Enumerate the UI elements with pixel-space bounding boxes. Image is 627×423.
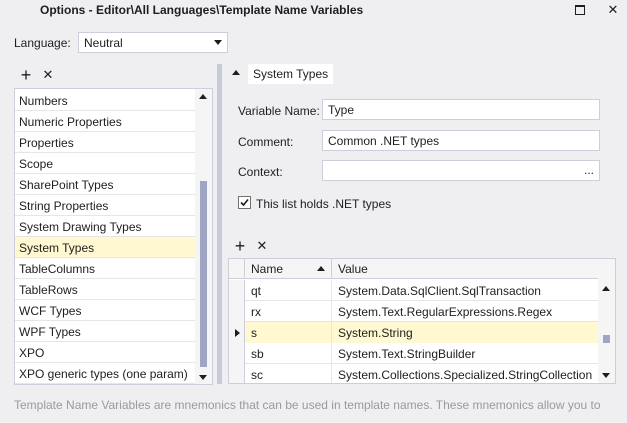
remove-row-button[interactable]: ✕ bbox=[254, 238, 270, 254]
list-item[interactable]: SharePoint Types bbox=[15, 174, 196, 195]
value-cell[interactable]: System.Collections.Specialized.StringCol… bbox=[332, 364, 599, 383]
list-item[interactable]: TableColumns bbox=[15, 258, 196, 279]
column-header-name[interactable]: Name bbox=[245, 259, 332, 279]
restore-button[interactable] bbox=[571, 1, 589, 19]
net-types-label: This list holds .NET types bbox=[256, 197, 392, 211]
value-cell[interactable]: System.Data.SqlClient.SqlTransaction bbox=[332, 280, 599, 301]
table-row[interactable]: rx System.Text.RegularExpressions.Regex bbox=[229, 301, 599, 322]
row-header[interactable] bbox=[229, 301, 245, 322]
row-header[interactable] bbox=[229, 322, 245, 343]
comment-label: Comment: bbox=[238, 135, 294, 149]
name-cell[interactable]: sb bbox=[245, 343, 332, 364]
list-item[interactable]: Properties bbox=[15, 132, 196, 153]
section-title: System Types bbox=[248, 64, 334, 84]
scroll-thumb[interactable] bbox=[200, 181, 207, 367]
scroll-up-icon[interactable] bbox=[199, 94, 207, 99]
row-header-corner bbox=[229, 259, 245, 279]
plus-icon: + bbox=[20, 65, 32, 85]
variables-grid[interactable]: Name Value qt System.Data.SqlClient.SqlTr… bbox=[228, 258, 616, 384]
sort-ascending-icon bbox=[317, 266, 325, 271]
list-scrollbar[interactable] bbox=[195, 89, 212, 384]
table-row[interactable]: s System.String bbox=[229, 322, 599, 343]
chevron-down-icon bbox=[214, 40, 222, 45]
scroll-up-icon[interactable] bbox=[602, 286, 610, 291]
comment-value: Common .NET types bbox=[328, 134, 440, 148]
list-item[interactable]: Scope bbox=[15, 153, 196, 174]
scroll-down-icon[interactable] bbox=[199, 375, 207, 380]
grid-header: Name Value bbox=[229, 259, 599, 279]
table-row[interactable]: qt System.Data.SqlClient.SqlTransaction bbox=[229, 280, 599, 301]
remove-list-button[interactable]: ✕ bbox=[40, 67, 56, 83]
row-header[interactable] bbox=[229, 280, 245, 301]
name-cell[interactable]: s bbox=[245, 322, 332, 343]
list-item[interactable]: Numeric Properties bbox=[15, 111, 196, 132]
language-dropdown[interactable]: Neutral bbox=[78, 32, 228, 53]
window-title: Options - Editor\All Languages\Template … bbox=[40, 3, 364, 17]
column-header-value-label: Value bbox=[338, 262, 368, 276]
splitter[interactable] bbox=[217, 64, 222, 384]
variable-name-input[interactable]: Type bbox=[322, 99, 600, 120]
close-button[interactable]: ✕ bbox=[604, 1, 622, 19]
current-row-icon bbox=[235, 329, 240, 337]
list-item[interactable]: TableRows bbox=[15, 279, 196, 300]
delete-icon: ✕ bbox=[256, 238, 268, 253]
list-item[interactable]: String Properties bbox=[15, 195, 196, 216]
column-header-value[interactable]: Value bbox=[332, 259, 599, 279]
name-cell[interactable]: qt bbox=[245, 280, 332, 301]
language-label: Language: bbox=[14, 36, 71, 50]
name-cell[interactable]: sc bbox=[245, 364, 332, 383]
value-cell[interactable]: System.String bbox=[332, 322, 599, 343]
variable-list[interactable]: Numbers Numeric Properties Properties Scope… bbox=[14, 88, 213, 385]
row-header[interactable] bbox=[229, 364, 245, 383]
context-label: Context: bbox=[238, 165, 283, 179]
scroll-thumb[interactable] bbox=[603, 335, 610, 343]
restore-icon bbox=[575, 5, 585, 15]
ellipsis-button[interactable]: ... bbox=[584, 163, 594, 177]
comment-input[interactable]: Common .NET types bbox=[322, 130, 600, 151]
add-list-button[interactable]: + bbox=[18, 65, 34, 85]
value-cell[interactable]: System.Text.StringBuilder bbox=[332, 343, 599, 364]
close-icon: ✕ bbox=[607, 2, 619, 17]
table-row[interactable]: sb System.Text.StringBuilder bbox=[229, 343, 599, 364]
scroll-down-icon[interactable] bbox=[602, 373, 610, 378]
plus-icon: + bbox=[234, 236, 246, 256]
collapse-icon[interactable] bbox=[232, 70, 240, 75]
title-bar: Options - Editor\All Languages\Template … bbox=[0, 0, 627, 21]
column-header-name-label: Name bbox=[251, 262, 284, 276]
table-row[interactable]: sc System.Collections.Specialized.StringC… bbox=[229, 364, 599, 383]
variable-name-value: Type bbox=[328, 103, 355, 117]
list-item[interactable]: Numbers bbox=[15, 90, 196, 111]
list-item[interactable]: System Types bbox=[15, 237, 196, 258]
list-item[interactable]: XPO bbox=[15, 342, 196, 363]
grid-scrollbar[interactable] bbox=[598, 259, 615, 383]
context-input[interactable]: ... bbox=[322, 160, 600, 181]
list-item[interactable]: System Drawing Types bbox=[15, 216, 196, 237]
name-cell[interactable]: rx bbox=[245, 301, 332, 322]
variable-name-label: Variable Name: bbox=[238, 104, 320, 118]
language-value: Neutral bbox=[84, 36, 123, 50]
list-item[interactable]: XPO generic types (one param) bbox=[15, 363, 196, 384]
checkmark-icon bbox=[240, 198, 249, 207]
delete-icon: ✕ bbox=[42, 67, 54, 82]
list-item[interactable]: WCF Types bbox=[15, 300, 196, 321]
row-header[interactable] bbox=[229, 343, 245, 364]
add-row-button[interactable]: + bbox=[232, 236, 248, 256]
description-text: Template Name Variables are mnemonics th… bbox=[14, 398, 601, 412]
value-cell[interactable]: System.Text.RegularExpressions.Regex bbox=[332, 301, 599, 322]
net-types-checkbox[interactable] bbox=[238, 196, 251, 209]
list-item[interactable]: WPF Types bbox=[15, 321, 196, 342]
